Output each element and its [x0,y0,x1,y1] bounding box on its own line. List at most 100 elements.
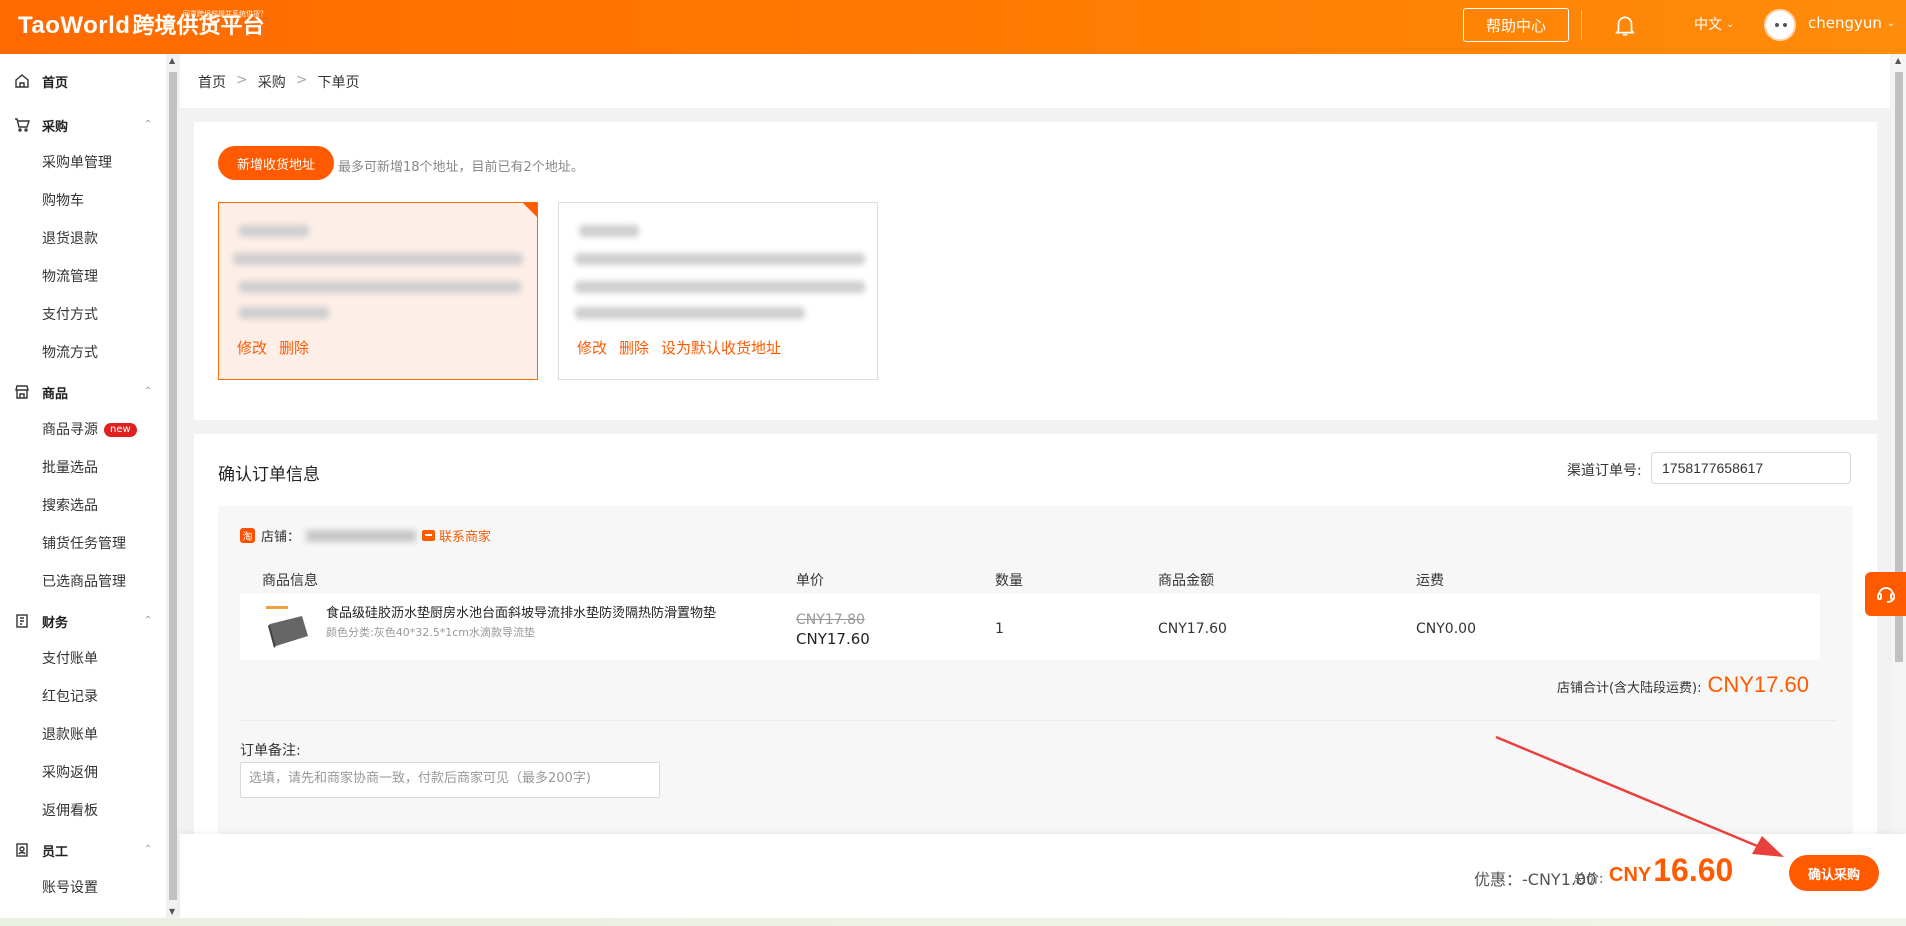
sidebar-group-staff[interactable]: 员工 ⌃ [0,835,166,865]
breadcrumb-purchase[interactable]: 采购 [258,72,286,92]
set-default-address-link[interactable]: 设为默认收货地址 [661,337,781,358]
new-badge: new [104,423,137,437]
breadcrumb-current: 下单页 [317,75,360,91]
redacted-name [239,225,309,237]
breadcrumb-home[interactable]: 首页 [198,72,226,92]
cart-icon [15,118,30,132]
language-label: 中文 [1694,17,1722,33]
logo-tagline: 同意跨境前提并系统供货？ [183,10,267,18]
sidebar: 首页 采购 ⌃ 采购单管理 购物车 退货退款 物流管理 支付方式 物流方式 商品… [0,54,166,926]
contact-seller-link[interactable]: 联系商家 [422,526,491,545]
sidebar-group-purchase[interactable]: 采购 ⌃ [0,110,166,140]
redacted-name [579,225,639,237]
logo[interactable]: TaoWorld 跨境供货平台 同意跨境前提并系统供货？ [18,10,267,41]
shop-header: 淘 店铺： 联系商家 [240,526,491,545]
address-panel: 新增收货地址 最多可新增18个地址，目前已有2个地址。 修改 删除 修改 删除 … [194,122,1877,420]
sidebar-item-purchase-orders[interactable]: 采购单管理 [42,151,112,175]
customer-service-button[interactable] [1865,572,1906,616]
redacted-address-line [239,281,521,293]
sidebar-group-products[interactable]: 商品 ⌃ [0,377,166,407]
scroll-up-arrow[interactable]: ▲ [1895,56,1901,65]
redacted-address-line [575,253,865,265]
channel-order-input[interactable] [1651,452,1851,484]
redacted-phone [575,307,805,319]
selected-corner-marker [523,203,537,217]
total-price: CNY 16.60 [1609,852,1733,889]
user-menu[interactable]: chengyun ⌄ [1808,14,1895,32]
sidebar-item-refund-bills[interactable]: 退款账单 [42,723,98,747]
logo-text: TaoWorld [18,12,131,39]
breadcrumb: 首页 > 采购 > 下单页 [198,72,359,92]
sidebar-item-home[interactable]: 首页 [0,66,166,96]
sidebar-item-cart[interactable]: 购物车 [42,189,84,213]
table-row: 食品级硅胶沥水垫厨房水池台面斜坡导流排水垫防烫隔热防滑置物垫 颜色分类:灰色40… [240,594,1820,660]
edit-address-link[interactable]: 修改 [577,337,607,358]
sidebar-group-label: 员工 [42,844,69,860]
language-selector[interactable]: 中文 ⌄ [1694,14,1734,34]
home-icon [15,74,29,88]
redacted-shop-name [306,529,417,542]
sidebar-item-account-settings[interactable]: 账号设置 [42,876,98,900]
sidebar-item-listing-tasks[interactable]: 铺货任务管理 [42,532,126,556]
delete-address-link[interactable]: 删除 [619,337,649,358]
sidebar-item-batch-select[interactable]: 批量选品 [42,456,98,480]
order-note-label: 订单备注: [240,743,301,759]
address-limit-hint: 最多可新增18个地址，目前已有2个地址。 [338,160,584,175]
header-divider [1581,10,1582,40]
edit-address-link[interactable]: 修改 [237,337,267,358]
address-card[interactable]: 修改 删除 设为默认收货地址 [558,202,878,380]
column-product-info: 商品信息 [262,573,318,589]
sidebar-scrollbar[interactable]: ▲ ▼ [166,54,180,918]
sidebar-item-refunds[interactable]: 退货退款 [42,227,98,251]
order-confirmation-panel: 确认订单信息 渠道订单号: 淘 店铺： 联系商家 商品信息 单价 数量 商品金额… [194,434,1877,834]
shop-order-box: 淘 店铺： 联系商家 商品信息 单价 数量 商品金额 运费 食品级硅胶沥水垫厨房… [218,506,1853,834]
sidebar-item-purchase-rebate[interactable]: 采购返佣 [42,761,98,785]
sidebar-group-finance[interactable]: 财务 ⌃ [0,606,166,636]
sidebar-item-product-sourcing[interactable]: 商品寻源 new [42,418,137,442]
sidebar-item-payment-bills[interactable]: 支付账单 [42,647,98,671]
quantity-value: 1 [995,621,1004,637]
total-value: 16.60 [1653,852,1734,888]
delete-address-link[interactable]: 删除 [279,337,309,358]
sidebar-item-logistics[interactable]: 物流管理 [42,265,98,289]
sidebar-item-payment-methods[interactable]: 支付方式 [42,303,98,327]
scrollbar-thumb[interactable] [169,72,177,900]
sidebar-item-rebate-board[interactable]: 返佣看板 [42,799,98,823]
product-thumbnail[interactable] [262,602,312,652]
scroll-down-arrow[interactable]: ▼ [169,907,175,916]
contact-seller-label: 联系商家 [439,530,492,545]
user-card-icon [16,843,28,857]
sidebar-item-red-packets[interactable]: 红包记录 [42,685,98,709]
bell-icon[interactable] [1612,12,1638,38]
confirm-purchase-button[interactable]: 确认采购 [1789,855,1879,891]
channel-order-label: 渠道订单号: [1567,463,1642,479]
current-price: CNY17.60 [796,630,870,648]
product-spec: 颜色分类:灰色40*32.5*1cm水滴款导流垫 [326,626,535,639]
top-header: TaoWorld 跨境供货平台 同意跨境前提并系统供货？ 帮助中心 中文 ⌄ c… [0,0,1906,54]
shop-total: 店铺合计(含大陆段运费): CNY17.60 [1557,672,1809,698]
sidebar-item-shipping-methods[interactable]: 物流方式 [42,341,98,365]
help-center-button[interactable]: 帮助中心 [1463,8,1569,42]
column-freight: 运费 [1416,573,1444,589]
headset-icon [1877,587,1895,603]
shop-label: 店铺： [261,530,301,545]
amount-value: CNY17.60 [1158,621,1227,637]
scroll-up-arrow[interactable]: ▲ [169,56,175,65]
product-name[interactable]: 食品级硅胶沥水垫厨房水池台面斜坡导流排水垫防烫隔热防滑置物垫 [326,602,716,621]
order-note-input[interactable]: 选填，请先和商家协商一致，付款后商家可见（最多200字) [240,762,660,798]
chat-icon [422,530,436,541]
address-card-selected[interactable]: 修改 删除 [218,202,538,380]
breadcrumb-separator: > [236,72,248,88]
avatar[interactable] [1764,9,1796,41]
sidebar-item-selected-products[interactable]: 已选商品管理 [42,570,126,594]
sidebar-item-label: 首页 [42,75,69,91]
add-address-button[interactable]: 新增收货地址 [218,146,334,180]
sidebar-group-label: 财务 [42,615,69,631]
chevron-up-icon: ⌃ [144,615,153,626]
shop-total-label: 店铺合计(含大陆段运费): [1556,681,1702,696]
divider [240,720,1836,721]
main-scrollbar[interactable]: ▲ [1892,54,1906,834]
column-amount: 商品金额 [1158,573,1214,589]
ledger-icon [16,614,28,628]
sidebar-item-search-select[interactable]: 搜索选品 [42,494,98,518]
